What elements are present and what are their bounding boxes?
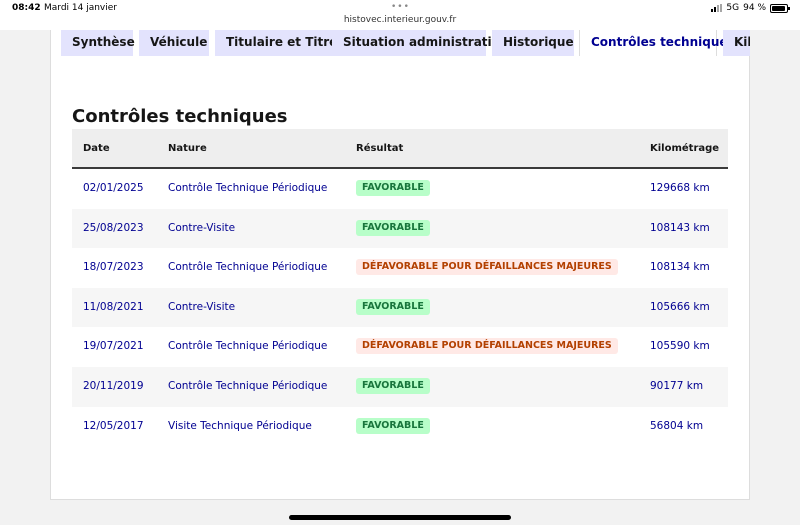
cell-mileage: 108134 km [650, 261, 710, 274]
signal-icon [711, 4, 723, 12]
table-row: 25/08/2023 Contre-Visite FAVORABLE 10814… [72, 208, 728, 249]
more-dots-icon[interactable]: ••• [391, 2, 410, 12]
column-header-nature[interactable]: Nature [168, 129, 207, 169]
address-bar[interactable]: histovec.interieur.gouv.fr [0, 15, 800, 25]
column-header-result[interactable]: Résultat [356, 129, 403, 169]
cell-result: FAVORABLE [356, 169, 430, 209]
tab-kilometrage[interactable]: Kilométrage [723, 30, 750, 56]
tab-situation-administrative[interactable]: Situation administrative [332, 30, 508, 56]
status-time: 08:42 [12, 3, 41, 13]
result-badge: FAVORABLE [356, 377, 430, 394]
tab-vehicule[interactable]: Véhicule [139, 30, 209, 56]
status-date: Mardi 14 janvier [44, 3, 117, 13]
table-row: 02/01/2025 Contrôle Technique Périodique… [72, 169, 728, 209]
cell-result: DÉFAVORABLE POUR DÉFAILLANCES MAJEURES [356, 248, 618, 288]
cell-nature: Contrôle Technique Périodique [168, 379, 328, 392]
cell-mileage: 129668 km [650, 182, 710, 194]
cell-result: FAVORABLE [356, 407, 430, 447]
result-badge: FAVORABLE [356, 417, 430, 434]
table-header: Date Nature Résultat Kilométrage [72, 129, 728, 169]
cell-date: 25/08/2023 [83, 221, 144, 234]
cell-mileage: 108143 km [650, 221, 710, 234]
column-header-mileage[interactable]: Kilométrage [650, 129, 719, 169]
cell-date: 18/07/2023 [83, 261, 144, 274]
cell-date: 02/01/2025 [83, 182, 144, 194]
cell-nature: Contre-Visite [168, 221, 236, 234]
result-badge: DÉFAVORABLE POUR DÉFAILLANCES MAJEURES [356, 338, 618, 355]
tab-historique[interactable]: Historique [492, 30, 574, 56]
network-label: 5G [726, 3, 740, 13]
cell-nature: Contrôle Technique Périodique [168, 261, 328, 274]
result-badge: FAVORABLE [356, 298, 430, 315]
cell-date: 12/05/2017 [83, 419, 144, 432]
cell-date: 19/07/2021 [83, 340, 144, 353]
table-row: 12/05/2017 Visite Technique Périodique F… [72, 406, 728, 447]
cell-nature: Contrôle Technique Périodique [168, 182, 328, 194]
cell-nature: Contrôle Technique Périodique [168, 340, 328, 353]
tab-synthese[interactable]: Synthèse [61, 30, 135, 56]
cell-date: 20/11/2019 [83, 379, 144, 392]
result-badge: FAVORABLE [356, 180, 430, 196]
table-row: 20/11/2019 Contrôle Technique Périodique… [72, 366, 728, 407]
tab-bar: Synthèse Véhicule Titulaire et Titre Sit… [61, 30, 750, 56]
cell-result: DÉFAVORABLE POUR DÉFAILLANCES MAJEURES [356, 327, 618, 367]
cell-mileage: 90177 km [650, 379, 704, 392]
cell-mileage: 56804 km [650, 419, 704, 432]
cell-mileage: 105666 km [650, 300, 710, 313]
cell-mileage: 105590 km [650, 340, 710, 353]
cell-result: FAVORABLE [356, 367, 430, 407]
status-indicators: 5G 94 % [711, 3, 790, 13]
result-badge: DÉFAVORABLE POUR DÉFAILLANCES MAJEURES [356, 259, 618, 276]
tab-titulaire-et-titre[interactable]: Titulaire et Titre [215, 30, 337, 56]
technical-inspections-table: Date Nature Résultat Kilométrage 02/01/2… [72, 129, 728, 447]
cell-result: FAVORABLE [356, 209, 430, 249]
table-row: 19/07/2021 Contrôle Technique Périodique… [72, 327, 728, 367]
status-bar: 08:42 Mardi 14 janvier ••• histovec.inte… [0, 0, 800, 30]
result-badge: FAVORABLE [356, 219, 430, 236]
cell-nature: Contre-Visite [168, 300, 236, 313]
battery-icon [770, 3, 790, 13]
tab-controles-techniques[interactable]: Contrôles techniques [579, 30, 735, 56]
table-row: 11/08/2021 Contre-Visite FAVORABLE 10566… [72, 287, 728, 328]
section-title: Contrôles techniques [72, 106, 288, 127]
cell-nature: Visite Technique Périodique [168, 419, 312, 432]
table-row: 18/07/2023 Contrôle Technique Périodique… [72, 248, 728, 288]
home-indicator[interactable] [289, 515, 511, 520]
cell-result: FAVORABLE [356, 288, 430, 328]
cell-date: 11/08/2021 [83, 300, 144, 313]
battery-label: 94 % [743, 3, 766, 13]
column-header-date[interactable]: Date [83, 129, 110, 169]
